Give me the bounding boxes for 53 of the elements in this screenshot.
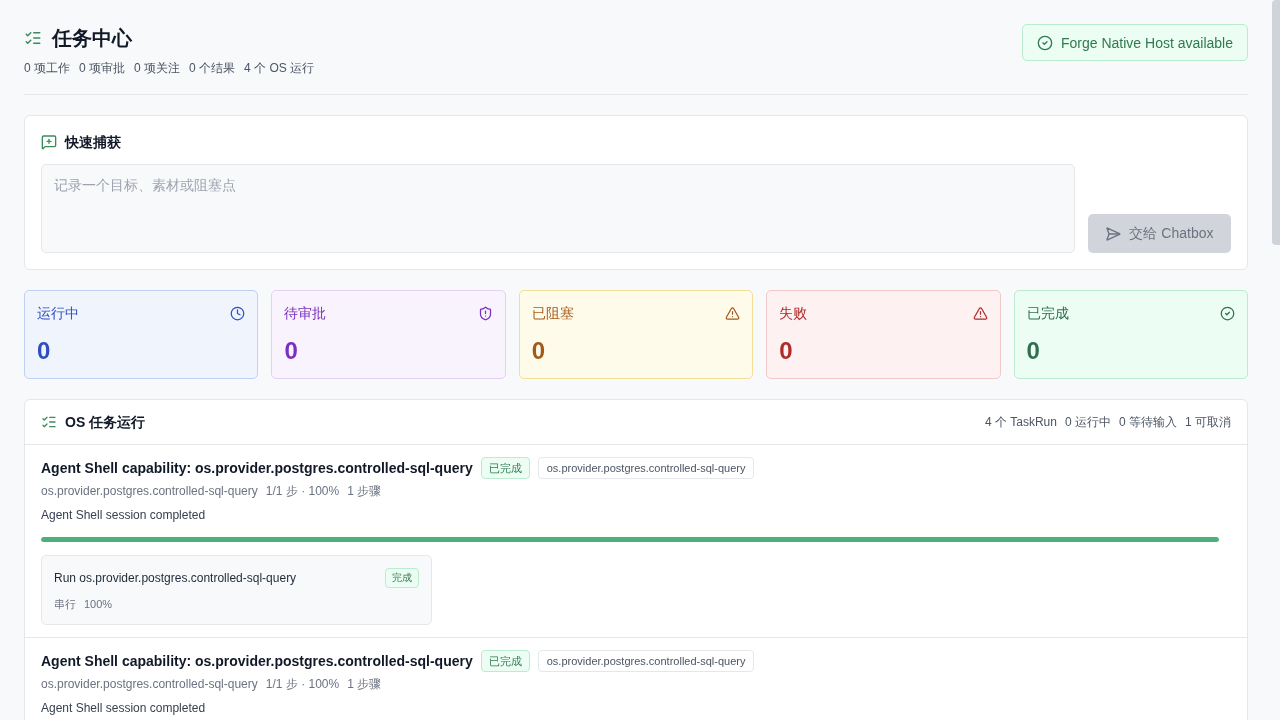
run-meta: os.provider.postgres.controlled-sql-query	[41, 483, 258, 499]
list-checks-icon	[41, 414, 57, 430]
run-stat: 4 个 TaskRun	[984, 414, 1057, 430]
run-summary: Agent Shell session completed	[41, 507, 206, 523]
summary-stat: 4 个 OS 运行	[244, 60, 315, 76]
warning-triangle-icon	[972, 305, 988, 321]
run-summary: Agent Shell session completed	[41, 700, 206, 716]
page-title: 任务中心	[52, 26, 132, 51]
list-checks-icon	[24, 29, 42, 47]
status-badge: 完成	[385, 568, 419, 588]
check-circle-icon	[1037, 34, 1053, 51]
stat-label: 已阻塞	[531, 304, 574, 323]
step-meta: 100%	[84, 597, 113, 612]
run-stat: 1 可取消	[1185, 414, 1231, 430]
run-title: Agent Shell capability: os.provider.postgres.controlled-sql-query	[41, 653, 473, 669]
run-meta: 1/1 步 · 100%	[265, 676, 340, 692]
status-badge: 已完成	[480, 650, 530, 672]
status-badge: 已完成	[480, 457, 530, 479]
summary-stat: 0 项关注	[134, 60, 181, 76]
shield-alert-icon	[477, 305, 493, 321]
scrollbar-thumb[interactable]	[1272, 0, 1280, 245]
capture-input-field[interactable]: 记录一个目标、素材或阻塞点	[41, 164, 1075, 253]
stat-label: 已完成	[1026, 304, 1069, 323]
run-meta: os.provider.postgres.controlled-sql-query	[41, 676, 258, 692]
warning-triangle-icon	[725, 305, 741, 321]
run-title: Agent Shell capability: os.provider.postgres.controlled-sql-query	[41, 460, 473, 476]
run-stat: 0 等待输入	[1118, 414, 1177, 430]
run-meta: 1/1 步 · 100%	[265, 483, 340, 499]
stat-label: 失败	[779, 304, 808, 323]
run-stat: 0 运行中	[1064, 414, 1111, 430]
summary-stat: 0 项工作	[24, 60, 70, 76]
step-title: Run os.provider.postgres.controlled-sql-query	[54, 571, 297, 585]
card-title: 快速捕获	[65, 133, 121, 152]
summary-stat: 0 项审批	[79, 60, 126, 76]
stat-value: 0	[531, 336, 546, 366]
send-icon	[1105, 225, 1122, 242]
stat-value: 0	[284, 336, 298, 366]
step-meta: 串行	[54, 597, 76, 612]
capability-tag: os.provider.postgres.controlled-sql-query	[537, 650, 755, 672]
stat-value: 0	[1026, 336, 1040, 366]
clock-icon	[230, 305, 246, 321]
section-title: OS 任务运行	[65, 413, 146, 432]
stat-value: 0	[779, 336, 793, 366]
run-meta: 1 步骤	[347, 483, 382, 499]
message-plus-icon	[41, 134, 57, 150]
summary-stat: 0 个结果	[189, 60, 236, 76]
check-circle-icon	[1220, 305, 1235, 321]
stat-label: 运行中	[37, 304, 79, 323]
stat-value: 0	[37, 336, 51, 366]
stat-label: 待审批	[284, 304, 327, 323]
host-status-text: Forge Native Host available	[1061, 34, 1233, 51]
capability-tag: os.provider.postgres.controlled-sql-query	[537, 457, 755, 479]
run-meta: 1 步骤	[347, 676, 382, 692]
